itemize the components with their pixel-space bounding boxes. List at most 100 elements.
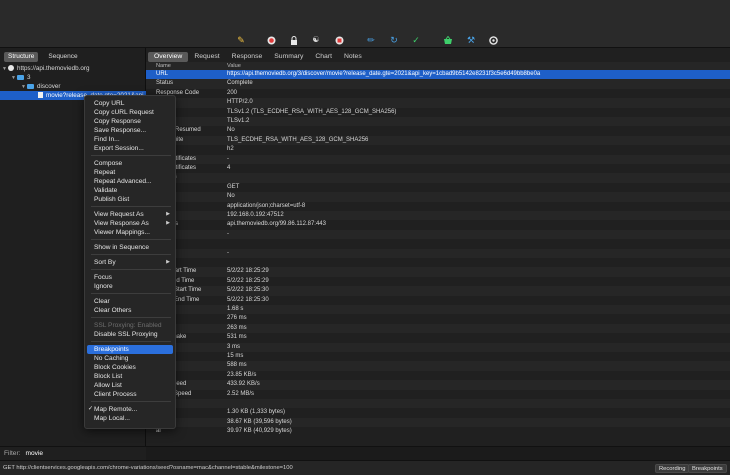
filter-input[interactable]: movie [25, 450, 43, 457]
broom-icon[interactable]: ✎ [235, 34, 247, 46]
table-row[interactable]: uest Start Time 5/2/22 18:25:29 [146, 267, 730, 277]
menu-item-disable-ssl-proxying[interactable]: Disable SSL Proxying [87, 330, 173, 339]
table-row[interactable]: uest End Time5/2/22 18:25:29 [146, 277, 730, 286]
table-row[interactable]: ponse End Time 5/2/22 18:25:30 [146, 296, 730, 305]
menu-item-repeat[interactable]: Repeat [87, 168, 173, 177]
table-row[interactable]: ession Resumed No [146, 126, 730, 135]
table-row[interactable]: uest3 ms [146, 342, 730, 352]
menu-item-find-in[interactable]: Find In... [87, 135, 173, 144]
table-row[interactable]: ddress192.168.0.192:47512 [146, 211, 730, 221]
refresh-icon[interactable]: ↻ [388, 34, 400, 46]
menu-item-label: View Request As [94, 211, 144, 218]
menu-item-show-in-sequence[interactable]: Show in Sequence [87, 243, 173, 252]
table-row[interactable] [146, 258, 730, 267]
menu-item-allow-list[interactable]: Allow List [87, 381, 173, 390]
table-row[interactable]: ed23.85 KB/s [146, 371, 730, 380]
table-row[interactable]: GET [146, 183, 730, 192]
check-icon[interactable]: ✓ [410, 34, 422, 46]
table-row[interactable]: al 39.97 KB (40,929 bytes) [146, 427, 730, 436]
menu-item-breakpoints[interactable]: Breakpoints [87, 345, 173, 354]
menu-item-publish-gist[interactable]: Publish Gist [87, 195, 173, 204]
table-row[interactable]: ponse Speed2.52 MB/s [146, 390, 730, 399]
table-row[interactable]: ponse Start Time 5/2/22 18:25:30 [146, 286, 730, 296]
menu-item-copy-curl[interactable]: Copy cURL Request [87, 108, 173, 117]
record-icon[interactable] [265, 34, 277, 46]
tab-response[interactable]: Response [226, 52, 269, 62]
breakpoints-button[interactable]: Breakpoints [688, 464, 727, 473]
menu-item-repeat-advanced[interactable]: Repeat Advanced... [87, 177, 173, 186]
table-row[interactable]: URL https://api.themoviedb.org/3/discover… [146, 70, 730, 80]
turtle-icon[interactable]: ☯ [310, 34, 322, 46]
table-row[interactable]: otocolTLSv1.2 [146, 117, 730, 127]
menu-item-view-response-as[interactable]: View Response As ▶ [87, 219, 173, 228]
recording-button[interactable]: Recording [655, 464, 690, 473]
column-header-name[interactable]: Name [156, 62, 171, 70]
table-row[interactable]: TLSv1.2 (TLS_ECDHE_RSA_WITH_AES_128_GCM_… [146, 108, 730, 117]
menu-item-block-cookies[interactable]: Block Cookies [87, 363, 173, 372]
basket-icon[interactable] [442, 34, 454, 46]
table-row[interactable]: iveNo [146, 192, 730, 202]
table-row[interactable]: uest1.30 KB (1,333 bytes) [146, 408, 730, 417]
tab-notes[interactable]: Notes [338, 52, 368, 62]
tab-overview[interactable]: Overview [148, 52, 189, 62]
table-row[interactable]: uest Speed433.92 KB/s [146, 380, 730, 390]
lock-icon[interactable] [288, 34, 300, 46]
tree-item-host[interactable]: ▼ https://api.themoviedb.org [0, 64, 146, 73]
table-row[interactable]: ation1.68 s [146, 305, 730, 315]
settings-icon[interactable] [487, 34, 499, 46]
sequence-tab[interactable]: Sequence [44, 52, 81, 62]
table-row[interactable] [146, 399, 730, 409]
menu-item-viewer-mappings[interactable]: Viewer Mappings... [87, 228, 173, 237]
table-row[interactable]: ponse15 ms [146, 352, 730, 361]
menu-item-validate[interactable]: Validate [87, 186, 173, 195]
menu-item-clear[interactable]: Clear [87, 297, 173, 306]
structure-tab[interactable]: Structure [4, 52, 39, 62]
menu-item-focus[interactable]: Focus [87, 273, 173, 282]
menu-item-compose[interactable]: Compose [87, 159, 173, 168]
tab-chart[interactable]: Chart [309, 52, 338, 62]
menu-item-view-request-as[interactable]: View Request As ▶ [87, 210, 173, 219]
menu-item-sort-by[interactable]: Sort By ▶ [87, 258, 173, 267]
stop-icon[interactable] [333, 34, 345, 46]
table-row[interactable]: ponse38.67 KB (39,596 bytes) [146, 417, 730, 428]
menu-item-clear-others[interactable]: Clear Others [87, 306, 173, 315]
tree-item-discover[interactable]: ▼ discover [0, 82, 146, 91]
menu-item-save-response[interactable]: Save Response... [87, 126, 173, 135]
menu-item-copy-response[interactable]: Copy Response [87, 117, 173, 126]
table-row[interactable]: ensions [146, 173, 730, 183]
tree-item-3[interactable]: ▼ 3 [0, 73, 146, 82]
table-header: Name Value [146, 62, 730, 70]
tools-icon[interactable]: ⚒ [465, 34, 477, 46]
table-row[interactable]: Handshake531 ms [146, 333, 730, 342]
table-row[interactable]: Status Complete [146, 79, 730, 89]
table-row[interactable]: ckets- [146, 248, 730, 258]
table-row[interactable]: Response Code 200 [146, 89, 730, 98]
menu-item-client-process[interactable]: Client Process [87, 390, 173, 399]
menu-item-block-list[interactable]: Block List [87, 372, 173, 381]
table-row[interactable]: pher SuiteTLS_ECDHE_RSA_WITH_AES_128_GCM… [146, 135, 730, 146]
menu-item-map-local[interactable]: Map Local... [87, 414, 173, 423]
table-row[interactable]: tion [146, 239, 730, 248]
column-header-value[interactable]: Value [227, 62, 241, 70]
table-row[interactable]: Nh2 [146, 145, 730, 154]
menu-item-ignore[interactable]: Ignore [87, 282, 173, 291]
row-value: 531 ms [227, 334, 247, 341]
row-value: - [227, 155, 229, 162]
table-row[interactable]: ocolHTTP/2.0 [146, 98, 730, 108]
tab-request[interactable]: Request [188, 52, 225, 62]
table-row[interactable]: - [146, 229, 730, 240]
menu-item-export-session[interactable]: Export Session... [87, 144, 173, 153]
menu-item-no-caching[interactable]: No Caching [87, 354, 173, 363]
row-value: 588 ms [227, 362, 247, 369]
table-row[interactable]: ver Certificates 4 [146, 164, 730, 173]
table-row[interactable]: nect263 ms [146, 323, 730, 334]
menu-item-map-remote[interactable]: ✓ Map Remote... [87, 405, 173, 414]
table-row[interactable]: ncy588 ms [146, 361, 730, 371]
menu-item-copy-url[interactable]: Copy URL [87, 99, 173, 108]
tab-summary[interactable]: Summary [268, 52, 309, 62]
table-row[interactable]: t-Typeapplication/json;charset=utf-8 [146, 202, 730, 211]
table-row[interactable]: ent Certificates - [146, 154, 730, 164]
table-row[interactable]: Addressapi.themoviedb.org/99.86.112.87:4… [146, 220, 730, 229]
pen-icon[interactable]: ✏ [365, 34, 377, 46]
table-row[interactable]: 276 ms [146, 314, 730, 323]
